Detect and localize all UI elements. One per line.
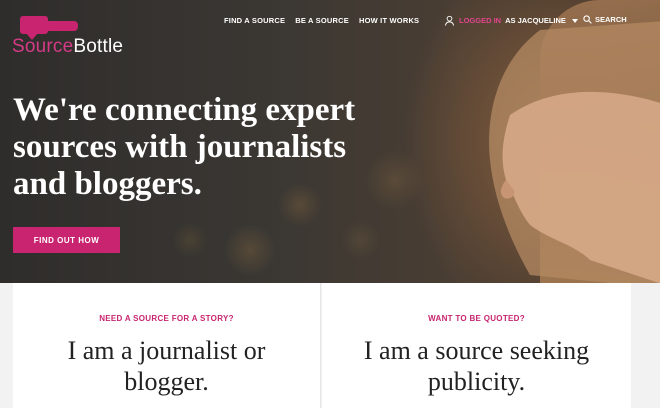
journalist-card-title-line1: I am a journalist or [67,336,266,365]
journalist-card[interactable]: NEED A SOURCE FOR A STORY? I am a journa… [13,283,321,408]
hero-headline-line3: and bloggers. [13,166,202,202]
nav-be-a-source[interactable]: BE A SOURCE [295,16,349,25]
search-icon [583,15,592,24]
nav-find-a-source[interactable]: FIND A SOURCE [224,16,285,25]
hero-photo-woman [489,21,660,283]
hero-headline-line2: sources with journalists [13,129,347,165]
journalist-card-eyebrow: NEED A SOURCE FOR A STORY? [99,314,234,323]
source-card-title-line1: I am a source seeking [363,336,590,365]
source-card-title: I am a source seeking publicity. [322,335,631,397]
logo-text-bottle: Bottle [73,36,124,57]
user-icon [444,15,455,26]
hero-banner: SourceBottle FIND A SOURCE BE A SOURCE H… [0,0,660,283]
logo-text-source: Source [12,36,74,57]
journalist-card-title: I am a journalist or blogger. [13,335,320,397]
source-card[interactable]: WANT TO BE QUOTED? I am a source seeking… [322,283,631,408]
logo-text: SourceBottle [12,36,123,58]
main-nav: FIND A SOURCE BE A SOURCE HOW IT WORKS [224,16,419,25]
source-card-title-line2: publicity. [427,367,526,396]
user-menu[interactable]: LOGGED IN AS JACQUELINE [444,15,578,26]
speech-bubble-icon [20,16,48,40]
chevron-down-icon [571,18,578,23]
logged-in-label: LOGGED IN [459,16,502,25]
source-card-eyebrow: WANT TO BE QUOTED? [428,314,525,323]
find-out-how-button[interactable]: FIND OUT HOW [13,227,120,253]
bottle-icon [48,21,78,31]
search-button[interactable]: SEARCH [583,15,627,24]
journalist-card-title-line2: blogger. [124,367,209,396]
hero-headline: We're connecting expert sources with jou… [13,92,393,203]
hero-headline-line1: We're connecting expert [13,92,356,128]
search-label: SEARCH [595,15,627,24]
nav-how-it-works[interactable]: HOW IT WORKS [359,16,419,25]
user-name-label: AS JACQUELINE [505,16,566,25]
